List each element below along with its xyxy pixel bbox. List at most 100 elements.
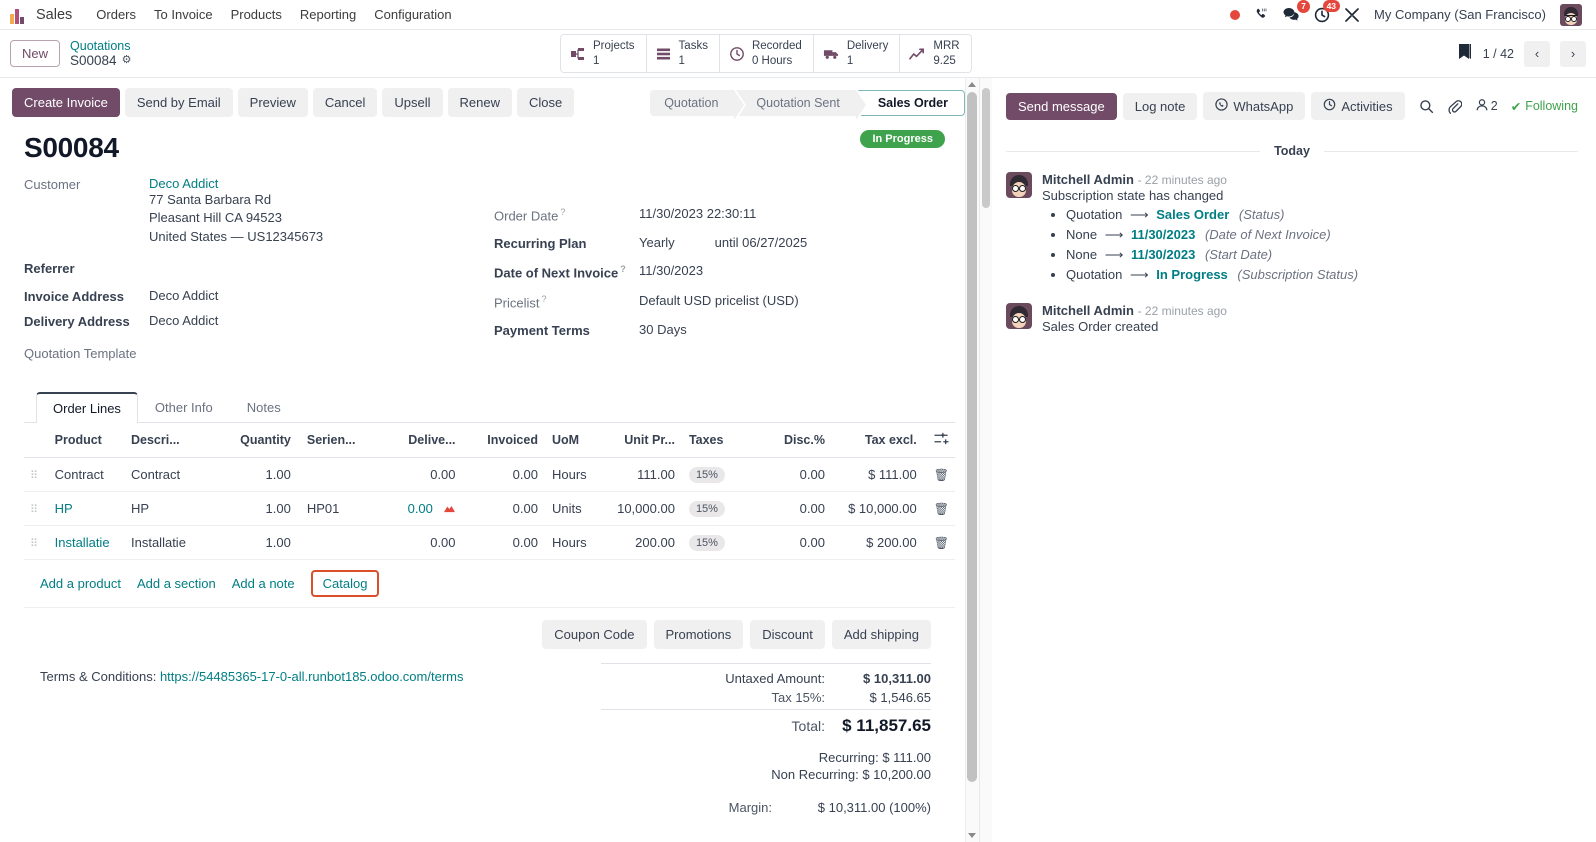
drag-handle-icon[interactable]: ⠿ [30, 538, 39, 550]
form-scrollbar[interactable] [965, 78, 979, 842]
scroll-up-arrow-icon[interactable] [968, 82, 976, 87]
smart-button-recorded[interactable]: Recorded 0 Hours [720, 35, 814, 71]
close-button[interactable]: Close [517, 88, 574, 117]
stage-sales-order[interactable]: Sales Order [858, 90, 965, 116]
company-selector[interactable]: My Company (San Francisco) [1374, 7, 1546, 22]
delete-row-icon[interactable]: 🗑 [934, 536, 949, 550]
new-button[interactable]: New [10, 40, 60, 67]
cell-uom[interactable]: Units [544, 492, 602, 526]
cell-description[interactable]: HP [125, 492, 223, 526]
smart-button-tasks[interactable]: Tasks 1 [647, 35, 720, 71]
cell-product[interactable]: HP [55, 501, 73, 516]
customer-value-link[interactable]: Deco Addict [149, 176, 218, 191]
save-bookmark-icon[interactable] [1457, 43, 1473, 64]
send-message-button[interactable]: Send message [1006, 93, 1117, 120]
cell-unit-price[interactable]: 10,000.00 [602, 492, 681, 526]
cell-product[interactable]: Installatie [55, 535, 110, 550]
delete-row-icon[interactable]: 🗑 [934, 468, 949, 482]
cell-quantity[interactable]: 1.00 [223, 526, 297, 560]
cell-taxes[interactable]: 15% [689, 467, 725, 483]
cell-discount[interactable]: 0.00 [761, 526, 831, 560]
avatar[interactable] [1006, 303, 1032, 329]
order-date-value[interactable]: 11/30/2023 22:30:11 [639, 206, 756, 221]
add-a-product-link[interactable]: Add a product [40, 576, 121, 591]
menu-products[interactable]: Products [223, 3, 290, 26]
delivery-address-value[interactable]: Deco Addict [149, 313, 218, 328]
form-scrollbar-thumb[interactable] [967, 92, 977, 782]
cell-invoiced[interactable]: 0.00 [462, 526, 544, 560]
stage-quotation-sent[interactable]: Quotation Sent [736, 90, 855, 116]
cell-serial[interactable]: HP01 [297, 492, 380, 526]
table-row[interactable]: ⠿ Installatie Installatie 1.00 0.00 0.00… [24, 526, 955, 560]
cell-serial[interactable] [297, 458, 380, 492]
scroll-down-arrow-icon[interactable] [968, 833, 976, 838]
cell-discount[interactable]: 0.00 [761, 492, 831, 526]
pricelist-value[interactable]: Default USD pricelist (USD) [639, 293, 799, 308]
tab-notes[interactable]: Notes [230, 392, 298, 423]
following-toggle[interactable]: ✔ Following [1511, 99, 1578, 114]
col-discount[interactable]: Disc.% [761, 423, 831, 458]
cell-delivered[interactable]: 0.00 [408, 501, 433, 516]
col-product[interactable]: Product [49, 423, 125, 458]
cell-quantity[interactable]: 1.00 [223, 458, 297, 492]
cell-unit-price[interactable]: 111.00 [602, 458, 681, 492]
cell-uom[interactable]: Hours [544, 526, 602, 560]
cell-uom[interactable]: Hours [544, 458, 602, 492]
recurring-plan-value[interactable]: Yearly [639, 235, 675, 250]
followers-button[interactable]: 2 [1475, 98, 1498, 115]
cancel-button[interactable]: Cancel [313, 88, 377, 117]
cell-quantity[interactable]: 1.00 [223, 492, 297, 526]
cell-taxes[interactable]: 15% [689, 501, 725, 517]
next-invoice-value[interactable]: 11/30/2023 [639, 263, 703, 278]
cell-unit-price[interactable]: 200.00 [602, 526, 681, 560]
chatter-scrollbar-thumb[interactable] [982, 88, 990, 208]
cell-taxes[interactable]: 15% [689, 535, 725, 551]
promotions-button[interactable]: Promotions [654, 620, 744, 649]
help-icon[interactable]: ? [620, 264, 626, 274]
menu-to-invoice[interactable]: To Invoice [146, 3, 221, 26]
preview-button[interactable]: Preview [238, 88, 308, 117]
search-icon[interactable] [1419, 99, 1434, 114]
renew-button[interactable]: Renew [448, 88, 512, 117]
drag-handle-icon[interactable]: ⠿ [30, 504, 39, 516]
help-icon[interactable]: ? [560, 207, 565, 217]
add-a-section-link[interactable]: Add a section [137, 576, 216, 591]
tools-icon[interactable] [1344, 7, 1360, 23]
column-settings-icon[interactable] [934, 434, 949, 448]
cell-description[interactable]: Contract [125, 458, 223, 492]
discount-button[interactable]: Discount [750, 620, 825, 649]
delete-row-icon[interactable]: 🗑 [934, 502, 949, 516]
log-note-button[interactable]: Log note [1123, 93, 1198, 120]
odoo-logo-icon[interactable] [10, 6, 28, 24]
tab-order-lines[interactable]: Order Lines [36, 392, 138, 423]
attachment-icon[interactable] [1447, 99, 1462, 114]
pager-next-button[interactable]: › [1560, 41, 1586, 67]
user-avatar[interactable] [1560, 4, 1582, 26]
drag-handle-icon[interactable]: ⠿ [30, 470, 39, 482]
tab-other-info[interactable]: Other Info [138, 392, 230, 423]
table-row[interactable]: ⠿ Contract Contract 1.00 0.00 0.00 Hours… [24, 458, 955, 492]
cell-delivered-wrap[interactable]: 0.00 [380, 492, 462, 526]
payment-terms-value[interactable]: 30 Days [639, 322, 687, 337]
send-by-email-button[interactable]: Send by Email [125, 88, 233, 117]
pager-previous-button[interactable]: ‹ [1524, 41, 1550, 67]
col-uom[interactable]: UoM [544, 423, 602, 458]
message-author[interactable]: Mitchell Admin [1042, 172, 1134, 187]
create-invoice-button[interactable]: Create Invoice [12, 88, 120, 117]
terms-link[interactable]: https://54485365-17-0-all.runbot185.odoo… [160, 669, 464, 684]
upsell-button[interactable]: Upsell [382, 88, 442, 117]
gear-icon[interactable]: ⚙ [122, 54, 132, 67]
col-quantity[interactable]: Quantity [223, 423, 297, 458]
activities-button[interactable]: Activities [1311, 92, 1404, 120]
app-name-sales[interactable]: Sales [36, 7, 72, 23]
cell-discount[interactable]: 0.00 [761, 458, 831, 492]
coupon-code-button[interactable]: Coupon Code [542, 620, 646, 649]
add-shipping-button[interactable]: Add shipping [832, 620, 931, 649]
add-a-note-link[interactable]: Add a note [232, 576, 295, 591]
cell-delivered[interactable]: 0.00 [380, 526, 462, 560]
col-tax-excl[interactable]: Tax excl. [831, 423, 923, 458]
stage-quotation[interactable]: Quotation [650, 90, 734, 116]
help-icon[interactable]: ? [542, 294, 547, 304]
cell-product[interactable]: Contract [49, 458, 125, 492]
col-serial[interactable]: Serien... [297, 423, 380, 458]
